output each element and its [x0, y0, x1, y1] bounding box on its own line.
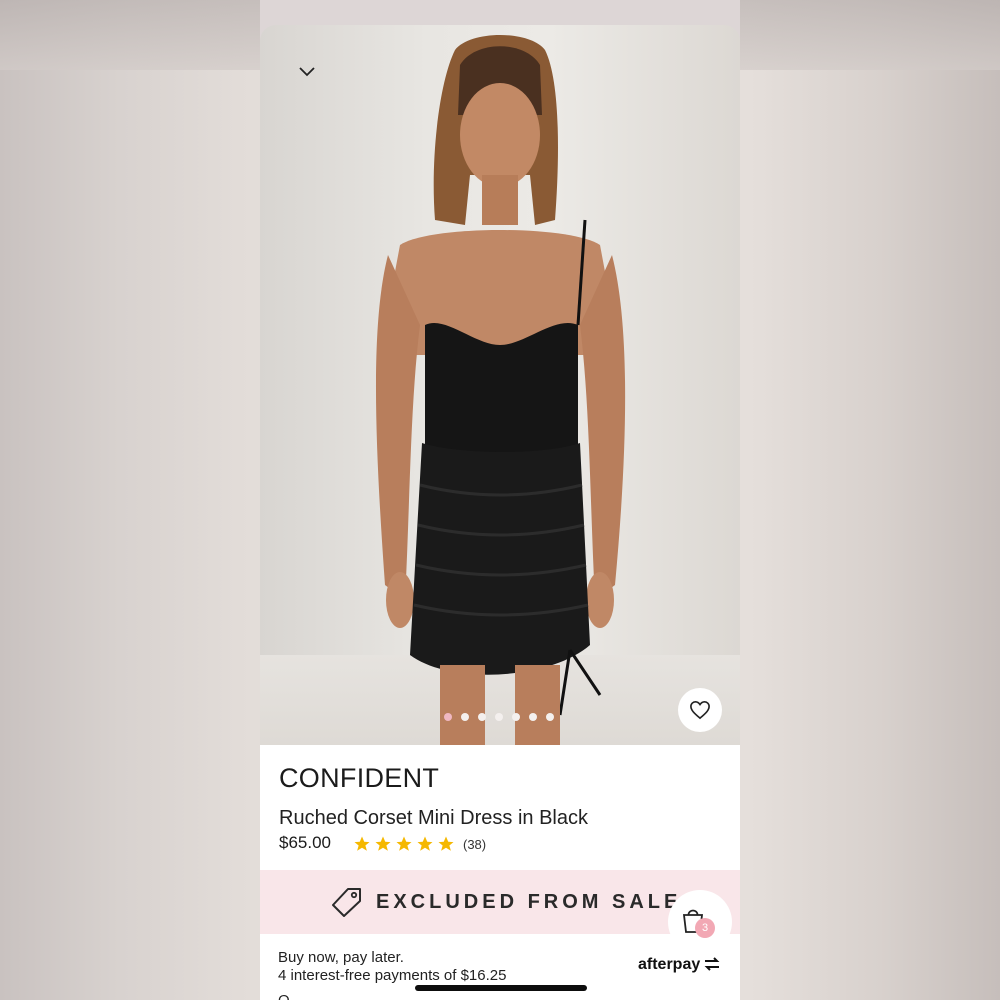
star-icon — [396, 836, 412, 851]
afterpay-arrows-icon — [704, 957, 720, 971]
gallery-dot[interactable] — [495, 713, 503, 721]
afterpay-headline: Buy now, pay later. — [278, 949, 404, 966]
review-count[interactable]: (38) — [463, 837, 486, 852]
chevron-down-icon — [299, 67, 315, 77]
truncated-text: Q. — [278, 992, 294, 1000]
collapse-button[interactable] — [296, 63, 318, 79]
brand-name: CONFIDENT — [279, 763, 440, 793]
star-icon — [438, 836, 454, 851]
gallery-dot[interactable] — [512, 713, 520, 721]
product-title: Ruched Corset Mini Dress in Black — [279, 807, 588, 829]
star-icon — [375, 836, 391, 851]
home-indicator[interactable] — [415, 985, 587, 991]
product-info: CONFIDENT Ruched Corset Mini Dress in Bl… — [260, 745, 740, 870]
afterpay-installments: 4 interest-free payments of $16.25 — [278, 967, 507, 984]
tag-icon — [332, 888, 361, 917]
afterpay-logo-text: afterpay — [638, 956, 701, 973]
product-price: $65.00 — [279, 833, 331, 852]
gallery-dot[interactable] — [478, 713, 486, 721]
gallery-pagination — [444, 713, 554, 721]
star-icon — [417, 836, 433, 851]
favorite-button[interactable] — [678, 688, 722, 732]
product-photo — [375, 35, 626, 745]
afterpay-logo: afterpay — [638, 956, 722, 974]
gallery-dot[interactable] — [461, 713, 469, 721]
gallery-dot[interactable] — [546, 713, 554, 721]
rating-stars[interactable]: (38) — [353, 835, 486, 853]
gallery-dot[interactable] — [529, 713, 537, 721]
sale-banner-text: EXCLUDED FROM SALE — [376, 891, 682, 913]
star-icon — [354, 836, 370, 851]
cart-count-badge: 3 — [695, 918, 715, 938]
product-image-gallery[interactable] — [260, 25, 740, 745]
heart-icon — [690, 700, 710, 720]
cart-button[interactable]: 3 — [668, 890, 732, 954]
phone-screen: CONFIDENT Ruched Corset Mini Dress in Bl… — [260, 0, 740, 1000]
gallery-dot[interactable] — [444, 713, 452, 721]
